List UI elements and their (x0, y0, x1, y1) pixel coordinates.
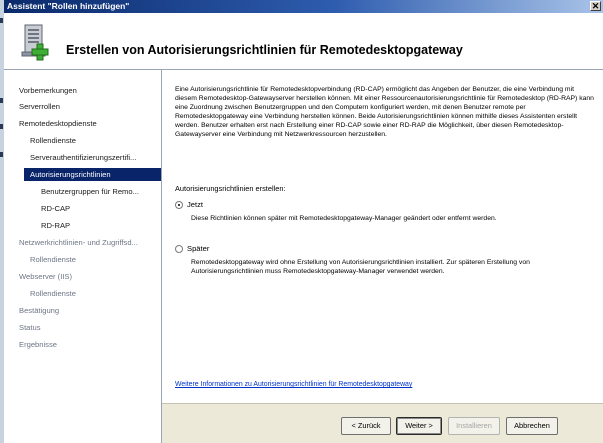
sidebar-item-rd-rap[interactable]: RD-RAP (41, 219, 70, 232)
close-button[interactable]: ✕ (590, 1, 601, 11)
sidebar-item-autorisierungsrichtlinien[interactable]: Autorisierungsrichtlinien (24, 168, 161, 181)
radio-option-later[interactable]: Später (175, 243, 209, 254)
sidebar-item-rollendienste-iis: Rollendienste (30, 289, 77, 298)
sidebar-item-vorbemerkungen[interactable]: Vorbemerkungen (19, 84, 77, 97)
sidebar-item-rollendienste-nps: Rollendienste (30, 255, 77, 264)
wizard-footer: < Zurück Weiter > Installieren Abbrechen (162, 403, 603, 443)
radio-now-description: Diese Richtlinien können später mit Remo… (191, 215, 497, 222)
sidebar-item-bestaetigung: Bestätigung (19, 306, 60, 315)
wizard-content: Eine Autorisierungsrichtlinie für Remote… (162, 70, 603, 403)
radio-now-button[interactable] (175, 201, 183, 209)
install-button: Installieren (448, 417, 500, 435)
radio-later-button[interactable] (175, 245, 183, 253)
radio-now-label[interactable]: Jetzt (187, 200, 203, 209)
edge-mark (0, 18, 3, 23)
server-add-icon (21, 24, 49, 61)
edge-mark (0, 124, 3, 129)
sidebar-item-status: Status (19, 323, 41, 332)
cancel-button[interactable]: Abbrechen (506, 417, 558, 435)
sidebar-item-rollendienste[interactable]: Rollendienste (30, 134, 76, 147)
edge-mark (0, 98, 3, 103)
radio-later-description: Remotedesktopgateway wird ohne Erstellun… (191, 259, 530, 275)
sidebar-item-serverauthentifizierungszertifikat[interactable]: Serverauthentifizierungszertifi... (30, 151, 160, 164)
title-bar[interactable]: Assistent "Rollen hinzufügen" ✕ (4, 0, 603, 13)
create-policies-label: Autorisierungsrichtlinien erstellen: (175, 184, 286, 193)
sidebar-item-benutzergruppen[interactable]: Benutzergruppen für Remo... (41, 185, 160, 198)
radio-later-label[interactable]: Später (187, 244, 209, 253)
window-title: Assistent "Rollen hinzufügen" (7, 1, 130, 11)
more-info-link[interactable]: Weitere Informationen zu Autorisierungsr… (175, 381, 412, 388)
wizard-steps-sidebar: Vorbemerkungen Serverrollen Remotedeskto… (4, 70, 162, 443)
intro-text: Eine Autorisierungsrichtlinie für Remote… (175, 86, 594, 138)
sidebar-item-netzwerkrichtlinien: Netzwerkrichtlinien- und Zugriffsd... (19, 238, 138, 247)
radio-option-now[interactable]: Jetzt (175, 199, 203, 210)
page-title: Erstellen von Autorisierungsrichtlinien … (66, 43, 463, 57)
sidebar-item-remotedesktopdienste[interactable]: Remotedesktopdienste (19, 117, 97, 130)
close-icon: ✕ (591, 1, 600, 11)
sidebar-item-webserver: Webserver (IIS) (19, 272, 73, 281)
next-button[interactable]: Weiter > (396, 417, 442, 435)
edge-mark (0, 152, 3, 157)
sidebar-item-ergebnisse: Ergebnisse (19, 340, 57, 349)
sidebar-item-serverrollen[interactable]: Serverrollen (19, 100, 60, 113)
sidebar-item-rd-cap[interactable]: RD-CAP (41, 202, 70, 215)
back-button[interactable]: < Zurück (341, 417, 391, 435)
wizard-header: Erstellen von Autorisierungsrichtlinien … (4, 13, 603, 70)
